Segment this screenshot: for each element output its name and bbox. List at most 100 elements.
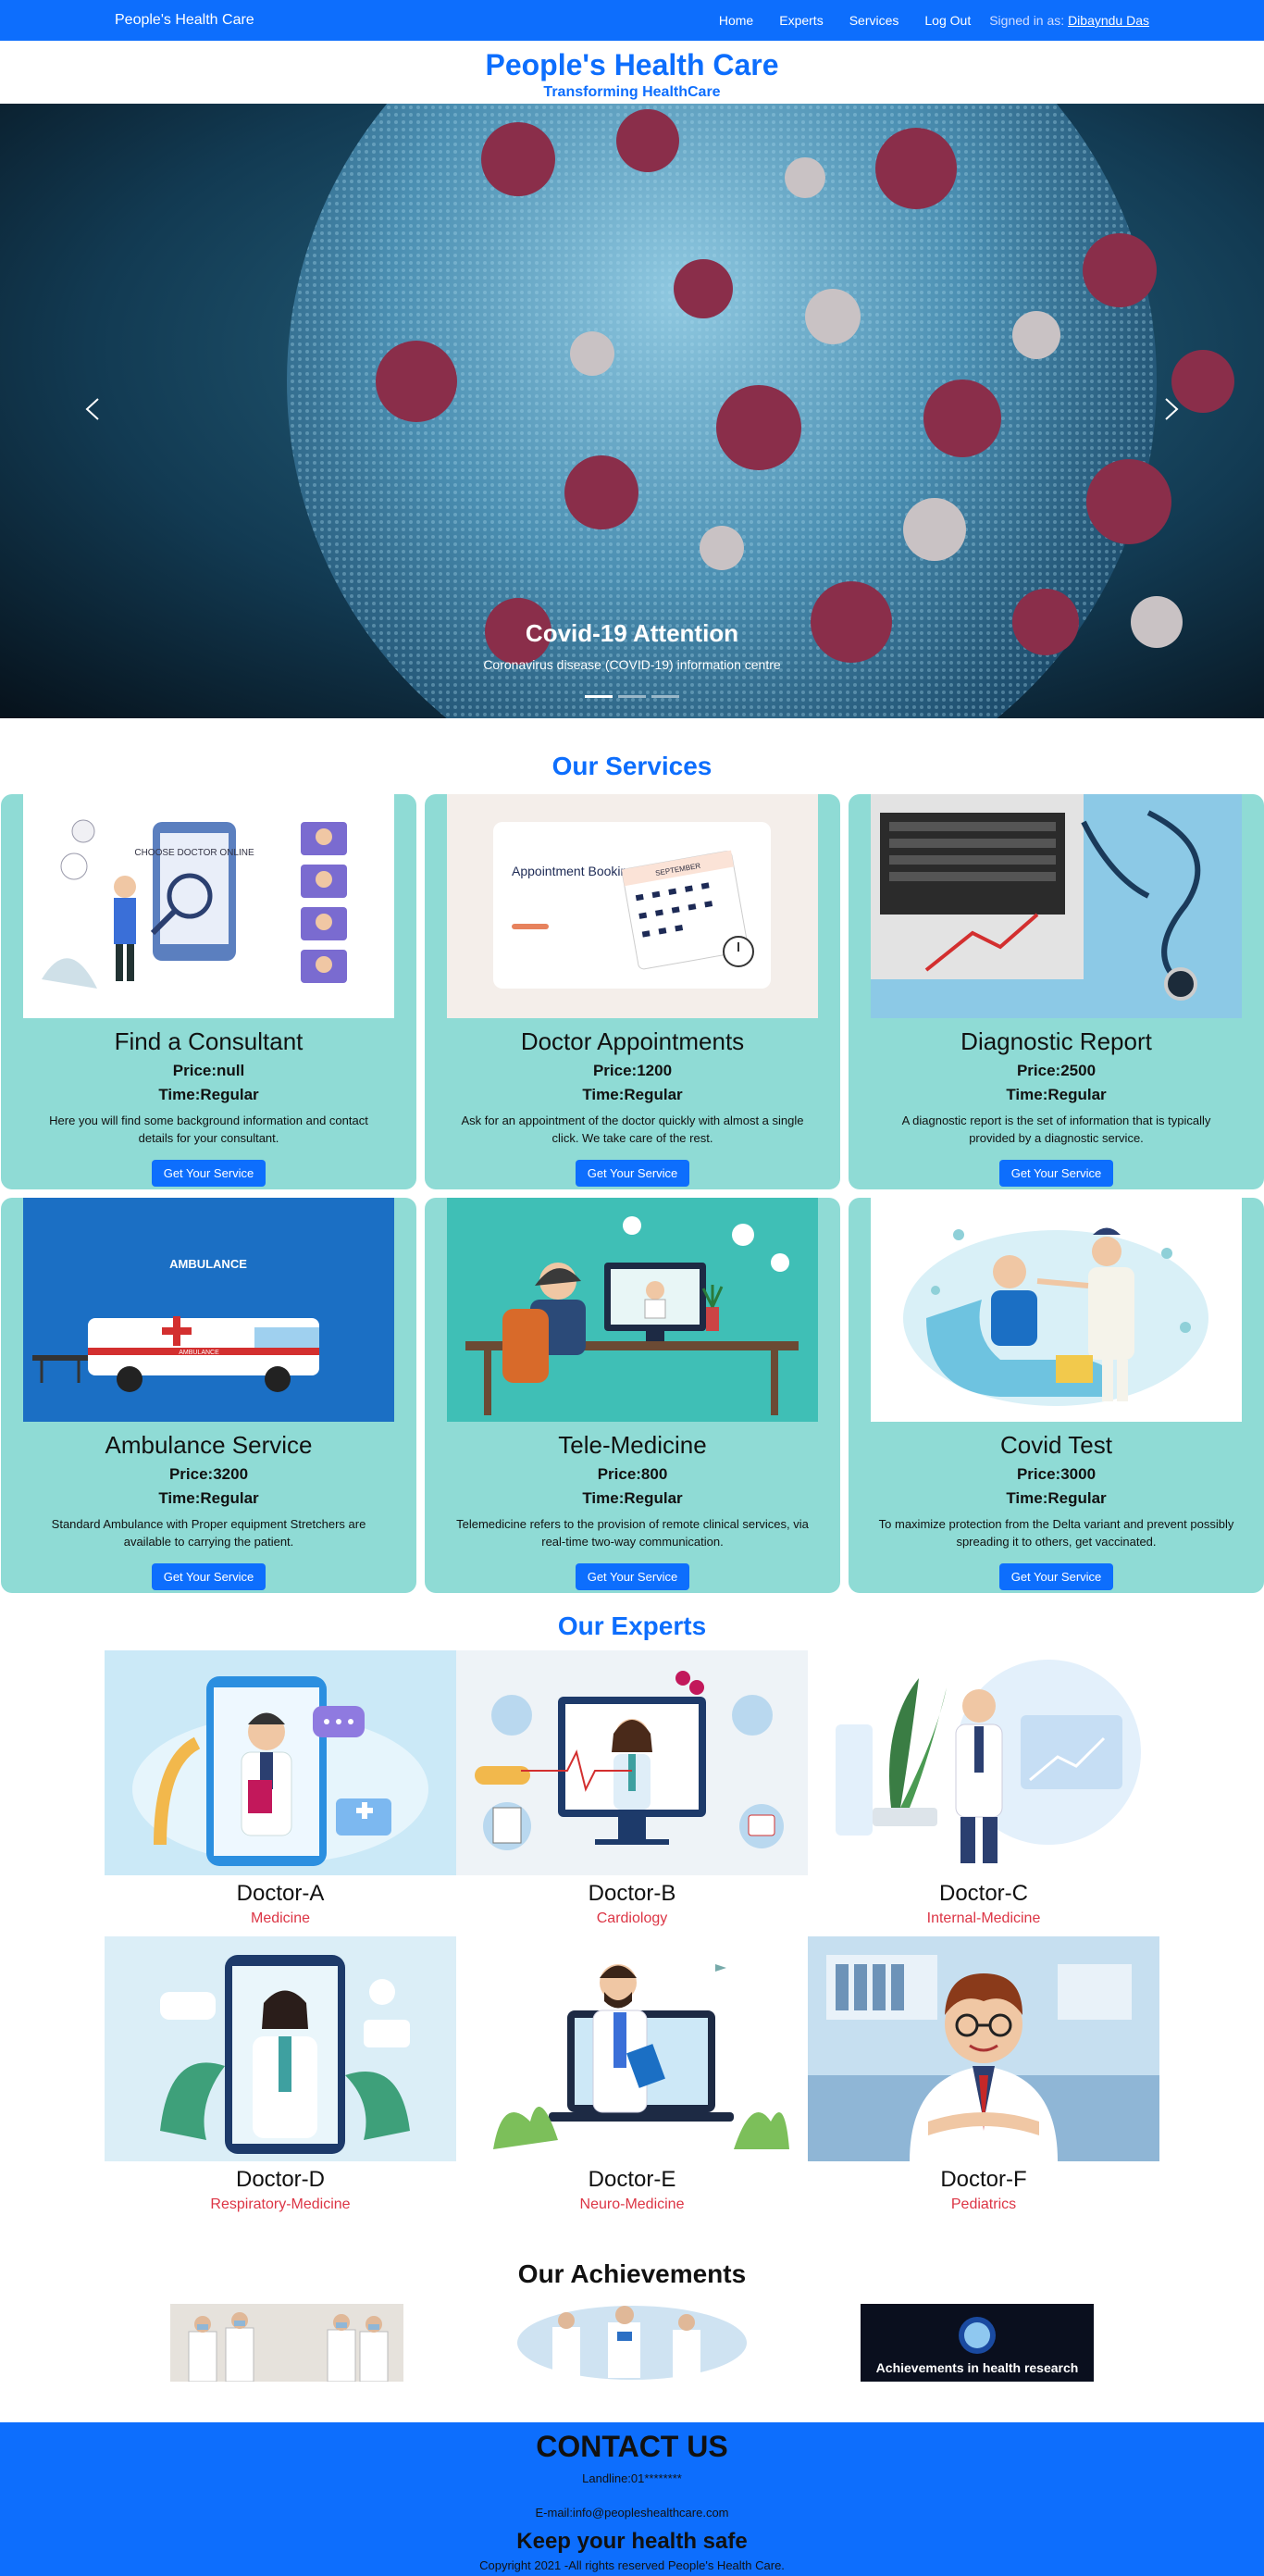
telemedicine-image: [447, 1198, 818, 1422]
expert-name: Doctor-A: [236, 1881, 325, 1906]
service-time: Time:Regular: [582, 1086, 683, 1103]
service-time: Time:Regular: [1006, 1489, 1107, 1507]
expert-card[interactable]: Doctor-D Respiratory-Medicine: [105, 1936, 456, 2213]
carousel-indicator-1[interactable]: [585, 695, 613, 698]
get-service-button[interactable]: Get Your Service: [575, 1160, 690, 1187]
chevron-right-icon: [1165, 398, 1179, 420]
nav-experts-link[interactable]: Experts: [766, 13, 836, 28]
expert-specialty: Medicine: [250, 1910, 311, 1926]
carousel-caption: Covid-19 Attention Coronavirus disease (…: [0, 619, 1264, 672]
achievements-row: Achievements in health research: [0, 2304, 1264, 2382]
expert-specialty: Respiratory-Medicine: [210, 2196, 351, 2212]
service-price: Price:3000: [1016, 1465, 1097, 1483]
service-time: Time:Regular: [158, 1086, 259, 1103]
svg-text:Appointment Booking: Appointment Booking: [512, 864, 635, 878]
svg-text:CHOOSE DOCTOR ONLINE: CHOOSE DOCTOR ONLINE: [134, 848, 254, 858]
expert-card[interactable]: Doctor-B Cardiology: [456, 1650, 808, 1927]
signed-in-user-link[interactable]: Dibayndu Das: [1068, 13, 1149, 28]
get-service-button[interactable]: Get Your Service: [998, 1160, 1114, 1187]
doctor-f-image: [808, 1936, 1159, 2161]
signed-in-label: Signed in as: Dibayndu Das: [989, 13, 1149, 28]
service-name: Doctor Appointments: [520, 1027, 745, 1055]
service-price: Price:null: [172, 1062, 245, 1079]
service-description: Telemedicine refers to the provision of …: [456, 1517, 809, 1549]
experts-grid: Doctor-A Medicine Doctor-B Cardiology Do…: [0, 1650, 1264, 2213]
service-card-appointments: Appointment Booking SEPTEMBER Doctor App…: [425, 794, 840, 1189]
doctor-b-image: [456, 1650, 808, 1875]
expert-name: Doctor-E: [588, 2167, 676, 2192]
copyright-text: Copyright 2021 -All rights reserved Peop…: [479, 2558, 785, 2572]
service-time: Time:Regular: [158, 1489, 259, 1507]
achievements-title: Our Achievements: [517, 2259, 747, 2288]
expert-name: Doctor-F: [940, 2167, 1027, 2192]
expert-specialty: Neuro-Medicine: [579, 2196, 685, 2212]
services-grid: CHOOSE DOCTOR ONLINE Find a Consultant P…: [0, 794, 1264, 1593]
get-service-button[interactable]: Get Your Service: [151, 1563, 266, 1590]
footer: CONTACT US Landline:01******** E-mail:in…: [0, 2422, 1264, 2576]
expert-name: Doctor-B: [588, 1881, 676, 1906]
expert-card[interactable]: Doctor-C Internal-Medicine: [808, 1650, 1159, 1927]
navbar: People's Health Care Home Experts Servic…: [0, 0, 1264, 41]
service-name: Covid Test: [1000, 1431, 1112, 1459]
service-price: Price:2500: [1016, 1062, 1097, 1079]
expert-specialty: Internal-Medicine: [926, 1910, 1041, 1926]
service-card-covid-test: Covid Test Price:3000 Time:Regular To ma…: [849, 1198, 1264, 1593]
service-price: Price:3200: [168, 1465, 249, 1483]
expert-name: Doctor-D: [235, 2167, 325, 2192]
expert-specialty: Cardiology: [596, 1910, 668, 1926]
service-card-consultant: CHOOSE DOCTOR ONLINE Find a Consultant P…: [1, 794, 416, 1189]
expert-card[interactable]: Doctor-E Neuro-Medicine: [456, 1936, 808, 2213]
get-service-button[interactable]: Get Your Service: [998, 1563, 1114, 1590]
nav-services-link[interactable]: Services: [836, 13, 912, 28]
nav-logout-link[interactable]: Log Out: [911, 13, 984, 28]
nav-home-link[interactable]: Home: [706, 13, 766, 28]
nav-links: Home Experts Services Log Out Signed in …: [706, 13, 1149, 28]
ambulance-image: AMBULANCE AMBULANCE: [23, 1198, 394, 1422]
doctor-a-image: [105, 1650, 456, 1875]
expert-specialty: Pediatrics: [950, 2196, 1017, 2212]
service-name: Diagnostic Report: [960, 1027, 1152, 1055]
expert-name: Doctor-C: [938, 1881, 1028, 1906]
service-price: Price:800: [597, 1465, 668, 1483]
page-title: People's Health Care: [485, 48, 779, 81]
service-name: Find a Consultant: [114, 1027, 304, 1055]
svg-text:AMBULANCE: AMBULANCE: [169, 1257, 247, 1271]
get-service-button[interactable]: Get Your Service: [575, 1563, 690, 1590]
carousel-indicator-3[interactable]: [651, 695, 679, 698]
service-description: To maximize protection from the Delta va…: [878, 1517, 1234, 1549]
achievement-research-badge: Achievements in health research: [860, 2304, 1094, 2382]
experts-title: Our Experts: [557, 1612, 707, 1640]
expert-card[interactable]: Doctor-F Pediatrics: [808, 1936, 1159, 2213]
service-price: Price:1200: [592, 1062, 673, 1079]
carousel-indicators: [585, 695, 679, 698]
consultant-image: CHOOSE DOCTOR ONLINE: [23, 794, 394, 1018]
doctor-c-image: [808, 1650, 1159, 1875]
service-name: Ambulance Service: [105, 1431, 313, 1459]
service-description: Standard Ambulance with Proper equipment…: [51, 1517, 366, 1549]
service-description: Ask for an appointment of the doctor qui…: [461, 1114, 804, 1145]
service-card-diagnostic: Diagnostic Report Price:2500 Time:Regula…: [849, 794, 1264, 1189]
landline-text: Landline:01********: [582, 2471, 682, 2485]
achievement-team-image: [170, 2304, 404, 2382]
service-name: Tele-Medicine: [558, 1431, 707, 1459]
carousel-caption-text: Coronavirus disease (COVID-19) informati…: [483, 657, 781, 672]
service-card-ambulance: AMBULANCE AMBULANCE Ambulance Service Pr…: [1, 1198, 416, 1593]
navbar-brand[interactable]: People's Health Care: [115, 12, 254, 29]
diagnostic-image: [871, 794, 1242, 1018]
service-description: A diagnostic report is the set of inform…: [901, 1114, 1211, 1145]
carousel-prev-button[interactable]: [65, 381, 120, 437]
carousel-next-button[interactable]: [1144, 381, 1199, 437]
service-description: Here you will find some background infor…: [49, 1114, 368, 1145]
svg-text:AMBULANCE: AMBULANCE: [179, 1350, 219, 1356]
expert-card[interactable]: Doctor-A Medicine: [105, 1650, 456, 1927]
chevron-left-icon: [85, 398, 99, 420]
get-service-button[interactable]: Get Your Service: [151, 1160, 266, 1187]
achievement-doctors-image: [516, 2306, 747, 2380]
contact-title: CONTACT US: [536, 2430, 728, 2463]
appointment-image: Appointment Booking SEPTEMBER: [447, 794, 818, 1018]
footer-tagline: Keep your health safe: [516, 2529, 748, 2554]
carousel-caption-title: Covid-19 Attention: [525, 619, 739, 647]
carousel-indicator-2[interactable]: [618, 695, 646, 698]
covid-test-image: [871, 1198, 1242, 1422]
email-text: E-mail:info@peopleshealthcare.com: [535, 2506, 729, 2520]
